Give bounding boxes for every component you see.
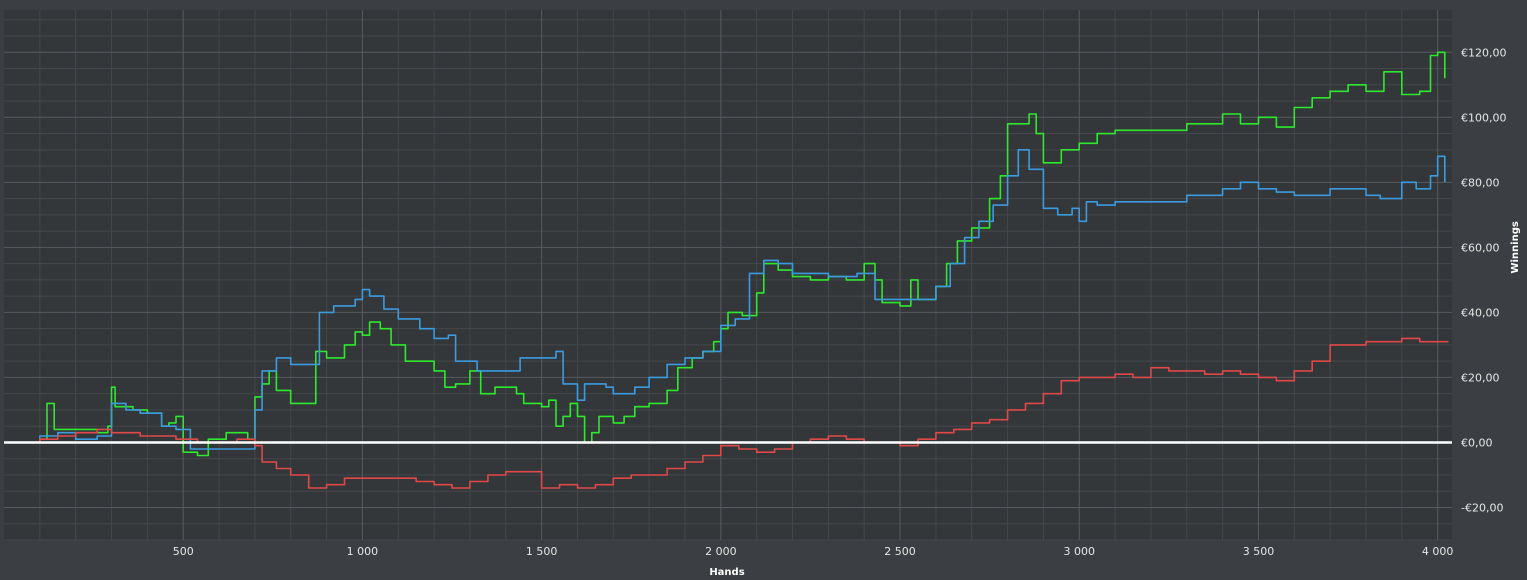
x-axis-tick-labels: 500 1 000 1 500 2 000 2 500 3 000 3 500 4 000 [173,545,1454,558]
y-tick-label: €100,00 [1461,111,1507,124]
x-axis-title: Hands [709,567,744,576]
x-tick-label: 3 500 [1243,545,1275,558]
y-axis-title: Winnings [1510,221,1521,273]
x-tick-label: 1 000 [347,545,379,558]
y-tick-label: -€20,00 [1461,501,1503,514]
plot-area [4,10,1452,540]
x-tick-label: 500 [173,545,194,558]
x-tick-label: 2 000 [705,545,737,558]
y-tick-label: €40,00 [1461,306,1500,319]
winnings-chart: 500 1 000 1 500 2 000 2 500 3 000 3 500 4 000 -… [0,0,1527,578]
y-tick-label: €80,00 [1461,176,1500,189]
y-tick-label: €120,00 [1461,46,1507,59]
x-tick-label: 2 500 [884,545,916,558]
y-tick-label: €20,00 [1461,371,1500,384]
y-tick-label: €60,00 [1461,241,1500,254]
x-tick-label: 1 500 [526,545,558,558]
x-tick-label: 3 000 [1063,545,1095,558]
x-tick-label: 4 000 [1422,545,1454,558]
y-tick-label: €0,00 [1461,436,1493,449]
y-axis-tick-labels: -€20,00 €0,00 €20,00 €40,00 €60,00 €80,00 €100… [1461,46,1507,514]
chart-canvas: 500 1 000 1 500 2 000 2 500 3 000 3 500 4 000 -… [4,10,1521,578]
